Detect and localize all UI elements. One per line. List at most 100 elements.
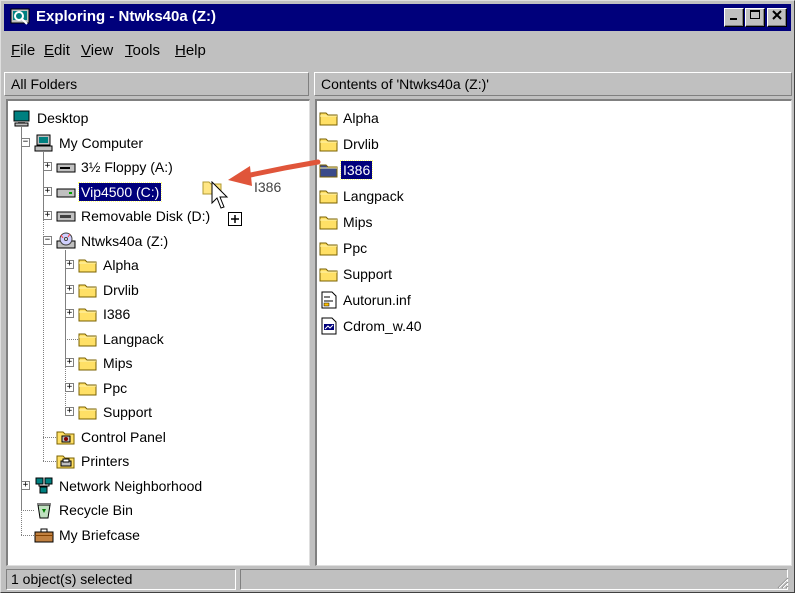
file-icon [319, 317, 339, 335]
list-item[interactable]: Support [319, 263, 519, 285]
tree-item[interactable]: Recycle Bin [8, 499, 308, 521]
tree-item-label: Ppc [103, 380, 128, 396]
resize-grip-icon[interactable] [775, 575, 789, 589]
tree-item-label: Control Panel [81, 429, 166, 445]
expand-icon[interactable]: + [65, 383, 74, 392]
list-item-label: Drvlib [343, 136, 379, 152]
folder-icon [78, 256, 98, 274]
close-button[interactable] [767, 8, 787, 27]
tree-item-label: Desktop [37, 110, 89, 126]
collapse-icon[interactable]: − [21, 138, 30, 147]
title-bar[interactable]: Exploring - Ntwks40a (Z:) [4, 4, 791, 31]
expand-icon[interactable]: + [65, 407, 74, 416]
folder-icon [78, 305, 98, 323]
tree-item[interactable]: + I386 [8, 303, 308, 325]
tree-item-label: Printers [81, 453, 130, 469]
status-panel [240, 569, 788, 590]
tree-item[interactable]: My Briefcase [8, 524, 308, 546]
expand-icon[interactable]: + [43, 211, 52, 220]
list-item[interactable]: Drvlib [319, 133, 519, 155]
minimize-icon [730, 18, 737, 20]
expand-icon[interactable]: + [65, 358, 74, 367]
tree-item[interactable]: + Alpha [8, 254, 308, 276]
contents-header: Contents of 'Ntwks40a (Z:)' [314, 72, 792, 96]
tree-item-label: 3½ Floppy (A:) [81, 159, 173, 175]
tree-item[interactable]: − Ntwks40a (Z:) [8, 230, 308, 252]
tree-item[interactable]: Langpack [8, 328, 308, 350]
tree-item[interactable]: + Network Neighborhood [8, 475, 308, 497]
explorer-window: Exploring - Ntwks40a (Z:) File Edit View… [0, 0, 795, 593]
status-text: 1 object(s) selected [6, 569, 236, 590]
folder-icon [319, 265, 339, 283]
menu-tools[interactable]: Tools [120, 41, 165, 63]
folder-icon [78, 354, 98, 372]
tree-item-label: I386 [103, 306, 131, 322]
copy-plus-icon [228, 212, 242, 226]
menu-help[interactable]: Help [170, 41, 211, 63]
list-item[interactable]: Ppc [319, 237, 519, 259]
list-item[interactable]: Langpack [319, 185, 519, 207]
printers-icon [56, 452, 76, 470]
tree-item[interactable]: Control Panel [8, 426, 308, 448]
all-folders-header: All Folders [4, 72, 309, 96]
list-item-label: Support [343, 266, 393, 282]
tree-item-label: Support [103, 404, 153, 420]
maximize-icon [750, 10, 760, 19]
folder-icon [319, 109, 339, 127]
tree-item-label: My Computer [59, 135, 144, 151]
expand-icon[interactable]: + [65, 309, 74, 318]
list-item[interactable]: Mips [319, 211, 519, 233]
tree-item[interactable]: + Ppc [8, 377, 308, 399]
list-item-label: Ppc [343, 240, 368, 256]
cd-drive-icon [56, 232, 76, 250]
menu-file[interactable]: File [6, 41, 40, 63]
folder-icon [319, 161, 339, 179]
explorer-icon [10, 8, 30, 25]
maximize-button[interactable] [745, 8, 765, 27]
contents-pane[interactable]: Alpha Drvlib I386 Langpack Mips Ppc Support Aut… [315, 99, 792, 566]
menu-bar: File Edit View Tools Help [4, 41, 791, 65]
expand-icon[interactable]: + [65, 285, 74, 294]
folder-icon [319, 213, 339, 231]
list-item[interactable]: Cdrom_w.40 [319, 315, 519, 337]
menu-edit[interactable]: Edit [39, 41, 75, 63]
list-item-label: Autorun.inf [343, 292, 411, 308]
folder-icon [78, 330, 98, 348]
expand-icon[interactable]: + [43, 187, 52, 196]
list-item[interactable]: Alpha [319, 107, 519, 129]
removable-disk-icon [56, 207, 76, 225]
tree-item[interactable]: Printers [8, 450, 308, 472]
computer-icon [34, 134, 54, 152]
tree-item-label: Network Neighborhood [59, 478, 203, 494]
status-bar: 1 object(s) selected [4, 569, 791, 591]
tree-item[interactable]: + Drvlib [8, 279, 308, 301]
inf-file-icon [319, 291, 339, 309]
expand-icon[interactable]: + [43, 162, 52, 171]
folder-icon [319, 239, 339, 257]
tree-item-label: Recycle Bin [59, 502, 133, 518]
hard-drive-icon [56, 183, 76, 201]
close-icon [772, 10, 782, 20]
folder-icon [319, 187, 339, 205]
list-item[interactable]: Autorun.inf [319, 289, 519, 311]
minimize-button[interactable] [724, 8, 744, 27]
list-item-label: Cdrom_w.40 [343, 318, 422, 334]
collapse-icon[interactable]: − [43, 236, 52, 245]
tree-item[interactable]: + Mips [8, 352, 308, 374]
tree-item-label: Langpack [103, 331, 164, 347]
folder-icon [78, 403, 98, 421]
control-panel-icon [56, 428, 76, 446]
menu-view[interactable]: View [76, 41, 118, 63]
tree-item-label: Vip4500 (C:) [77, 182, 163, 202]
list-item-label: Mips [343, 214, 373, 230]
tree-item[interactable]: + Removable Disk (D:) [8, 205, 308, 227]
window-title: Exploring - Ntwks40a (Z:) [36, 8, 217, 25]
tree-item-label: Drvlib [103, 282, 139, 298]
expand-icon[interactable]: + [21, 481, 30, 490]
floppy-drive-icon [56, 158, 76, 176]
tree-item[interactable]: + Support [8, 401, 308, 423]
expand-icon[interactable]: + [65, 260, 74, 269]
list-item[interactable]: I386 [319, 159, 519, 181]
tree-item-label: My Briefcase [59, 527, 140, 543]
tree-item[interactable]: Desktop [8, 107, 308, 129]
